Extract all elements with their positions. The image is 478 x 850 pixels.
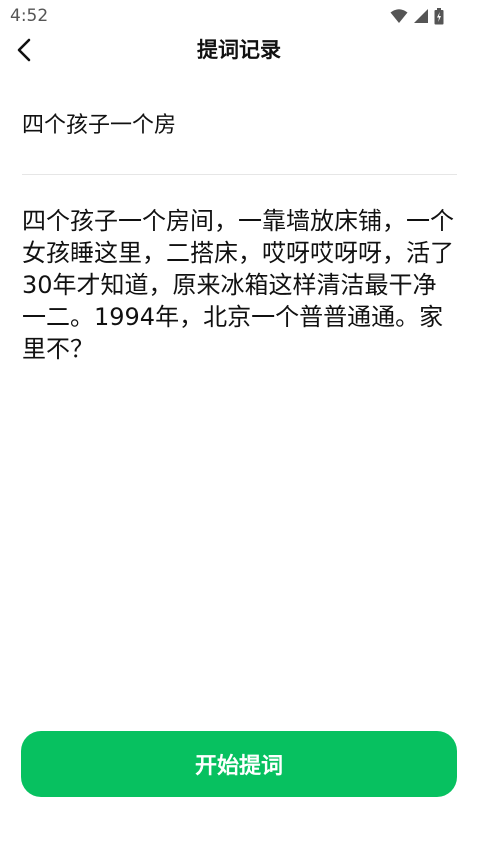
- status-icons: [390, 7, 444, 25]
- record-title-field[interactable]: 四个孩子一个房: [22, 108, 456, 148]
- header: 提词记录: [0, 32, 478, 72]
- page-title: 提词记录: [197, 38, 281, 62]
- status-time: 4:52: [10, 6, 49, 26]
- start-prompt-button[interactable]: 开始提词: [21, 731, 457, 797]
- record-content-text[interactable]: 四个孩子一个房间，一靠墙放床铺，一个女孩睡这里，二搭床，哎呀哎呀呀，活了30年才…: [22, 205, 458, 365]
- teleprompter-record-screen: 4:52 提词记录 四个孩子一个房 四个孩子一个房间，一靠墙放床铺，一个女孩睡这…: [0, 0, 478, 850]
- wifi-icon: [390, 8, 408, 24]
- divider: [22, 174, 457, 175]
- status-bar: 4:52: [0, 0, 478, 32]
- signal-icon: [413, 8, 429, 24]
- battery-icon: [434, 7, 444, 25]
